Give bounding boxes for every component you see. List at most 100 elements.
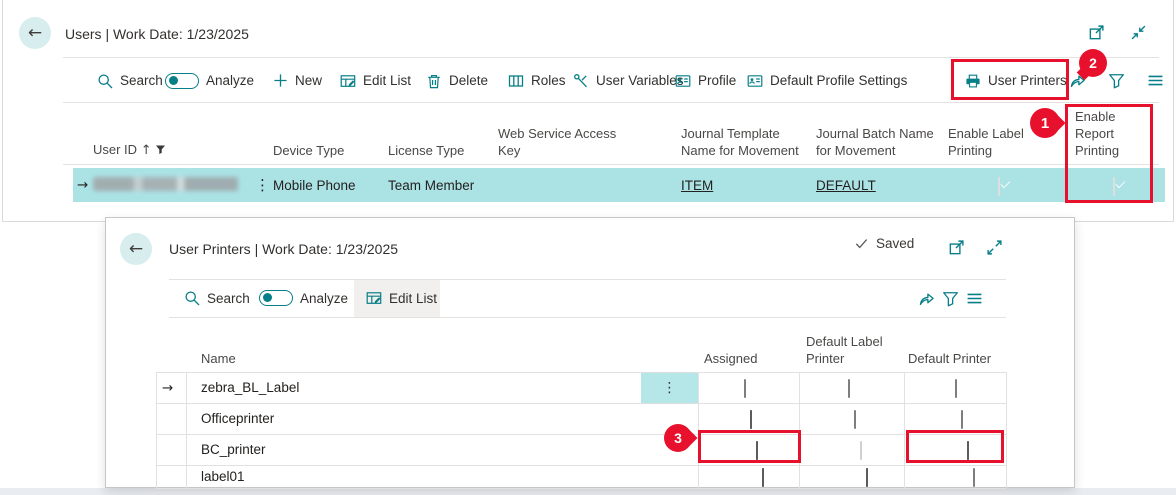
dialog-edit-list-button[interactable]: Edit List [366,279,437,317]
column-header-enable-label-printing[interactable]: Enable Label Printing [948,125,1036,159]
printer-icon [965,73,981,89]
trash-icon [426,73,442,89]
column-header-journal-batch[interactable]: Journal Batch Name for Movement [816,125,943,159]
analyze-toggle[interactable] [259,290,293,306]
search-icon [97,73,113,89]
menu-icon[interactable] [1147,72,1164,89]
roles-button[interactable]: Roles [508,58,566,103]
printer-name-cell[interactable]: BC_printer [201,434,266,465]
dialog-back-button[interactable]: ← [120,233,152,265]
default-label-printer-checkbox[interactable] [854,410,856,429]
default-label-printer-checkbox[interactable] [866,468,868,487]
default-profile-settings-label: Default Profile Settings [770,73,907,88]
user-printers-button[interactable]: User Printers [965,58,1067,103]
menu-icon[interactable] [966,290,983,307]
filter-icon[interactable] [942,290,959,307]
cell-journal-template-link[interactable]: ITEM [681,168,713,202]
edit-list-button[interactable]: Edit List [340,58,411,103]
filter-icon[interactable] [1108,72,1125,89]
default-printer-checkbox[interactable] [967,441,969,460]
user-variables-button[interactable]: User Variables [573,58,684,103]
dialog-toolbar-bottom-border [169,317,1006,318]
enable-label-printing-checkbox[interactable] [998,177,1000,196]
annotation-badge-2: 2 [1079,49,1107,77]
user-printers-label: User Printers [988,73,1067,88]
assigned-checkbox[interactable] [750,410,752,429]
column-filter-icon [155,144,166,155]
share-icon[interactable] [918,290,935,307]
back-arrow-icon: ← [129,239,143,259]
enable-report-printing-checkbox[interactable] [1113,177,1115,196]
row-indicator-arrow: → [77,168,88,202]
contact-card-icon [675,73,691,89]
printer-name-cell[interactable]: zebra_BL_Label [201,372,299,403]
sort-ascending-icon: ↑ [141,143,152,158]
column-header-web-service-access-key[interactable]: Web Service Access Key [498,125,628,159]
plus-icon [273,73,288,88]
profile-button[interactable]: Profile [675,58,736,103]
cell-license-type[interactable]: Team Member [388,168,474,202]
analyze-label: Analyze [300,291,348,306]
column-header-journal-template[interactable]: Journal Template Name for Movement [681,125,803,159]
assigned-checkbox[interactable] [762,468,764,487]
analyze-label: Analyze [206,73,254,88]
collapse-icon[interactable] [1130,24,1147,41]
back-arrow-icon: ← [28,23,42,43]
column-header-device-type[interactable]: Device Type [273,142,344,159]
row-ellipsis-icon[interactable]: ⋮ [641,373,698,403]
search-button[interactable]: Search [97,58,163,103]
column-header-license-type[interactable]: License Type [388,142,464,159]
default-printer-checkbox[interactable] [955,379,957,398]
annotation-badge-1: 1 [1030,108,1060,138]
annotation-badge-3: 3 [664,424,692,452]
default-label-printer-checkbox[interactable] [848,379,850,398]
column-header-name[interactable]: Name [201,350,236,367]
user-variables-icon [573,73,589,89]
analyze-toggle[interactable] [165,73,199,89]
back-button[interactable]: ← [19,17,51,49]
assigned-checkbox[interactable] [756,441,758,460]
popout-icon[interactable] [1088,24,1105,41]
row-ellipsis-icon[interactable]: ⋮ [255,168,270,202]
screen: ← Users | Work Date: 1/23/2025 Search An… [0,0,1176,495]
default-label-printer-checkbox[interactable] [860,441,862,460]
delete-label: Delete [449,73,488,88]
user-variables-label: User Variables [596,73,684,88]
cell-journal-batch-link[interactable]: DEFAULT [816,168,876,202]
dialog-analyze-toggle-group: Analyze [259,279,348,317]
default-printer-checkbox[interactable] [973,468,975,487]
edit-list-icon [366,290,382,306]
printer-name-cell[interactable]: Officeprinter [201,403,274,434]
dialog-toolbar-right-icons [918,279,983,317]
printer-name-cell[interactable]: label01 [201,465,245,488]
expand-icon[interactable] [986,239,1003,256]
saved-check-icon [854,236,869,251]
dialog-search-button[interactable]: Search [184,279,250,317]
page-title: Users | Work Date: 1/23/2025 [65,26,249,42]
assigned-checkbox[interactable] [744,379,746,398]
users-window: ← Users | Work Date: 1/23/2025 Search An… [2,0,1174,222]
search-label: Search [207,291,250,306]
default-printer-checkbox[interactable] [961,410,963,429]
saved-status: Saved [854,236,914,251]
delete-button[interactable]: Delete [426,58,488,103]
dialog-title: User Printers | Work Date: 1/23/2025 [169,241,398,257]
contact-card-icon [747,73,763,89]
default-profile-settings-button[interactable]: Default Profile Settings [747,58,907,103]
popout-icon[interactable] [948,239,965,256]
search-icon [184,290,200,306]
edit-list-icon [340,73,356,89]
column-header-default-label-printer[interactable]: Default Label Printer [806,333,890,367]
edit-list-label: Edit List [389,291,437,306]
column-header-assigned[interactable]: Assigned [704,350,757,367]
cell-device-type[interactable]: Mobile Phone [273,168,356,202]
column-header-enable-report-printing[interactable]: Enable Report Printing [1075,108,1133,159]
roles-label: Roles [531,73,566,88]
edit-list-label: Edit List [363,73,411,88]
profile-label: Profile [698,73,736,88]
saved-label: Saved [876,236,914,251]
user-id-redacted[interactable] [93,177,238,191]
new-button[interactable]: New [273,58,322,103]
column-header-default-printer[interactable]: Default Printer [908,350,991,367]
column-header-user-id[interactable]: User ID ↑ [93,141,166,159]
